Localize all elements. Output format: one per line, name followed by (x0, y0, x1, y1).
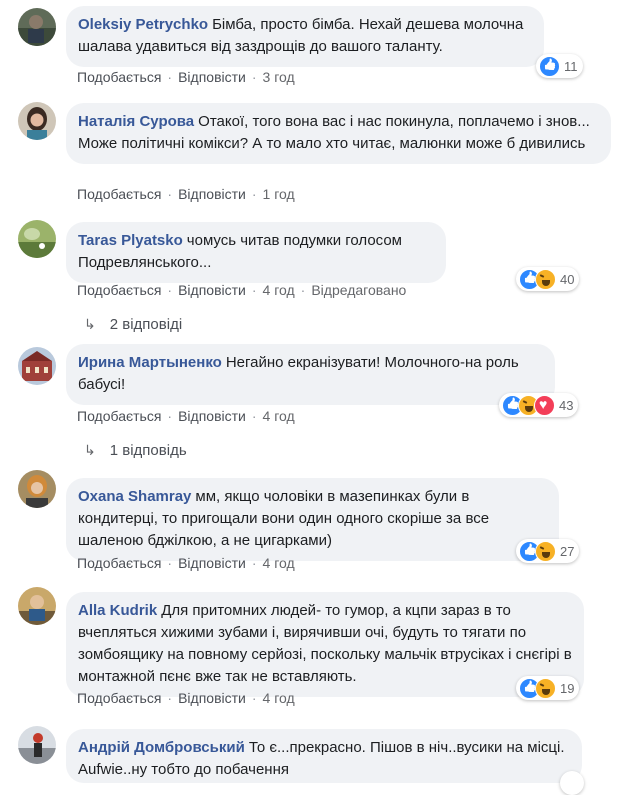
reaction-summary[interactable]: 43 (499, 393, 579, 417)
haha-reaction-icon (535, 677, 556, 699)
like-link[interactable]: Подобається (77, 690, 161, 706)
separator-dot: · (251, 69, 257, 85)
reply-link[interactable]: Відповісти (178, 186, 246, 202)
reaction-summary[interactable]: 40 (516, 267, 580, 291)
reaction-count: 19 (560, 680, 575, 696)
avatar[interactable] (18, 587, 56, 625)
reaction-summary[interactable]: 11 (536, 54, 583, 78)
avatar[interactable] (18, 726, 56, 764)
comment-bubble: Андрій Домбровський То є...прекрасно. Піш… (66, 729, 582, 783)
comment-actions: Подобається · Відповісти · 4 год · Відредагова… (77, 282, 406, 298)
reply-link[interactable]: Відповісти (178, 555, 246, 571)
comment-time[interactable]: 4 год (263, 282, 295, 298)
comment-author[interactable]: Наталія Сурова (78, 113, 194, 130)
comment-bubble: Oxana Shamray мм, якщо чоловіки в мазепин… (66, 478, 559, 561)
avatar[interactable] (18, 102, 56, 140)
reply-arrow-icon: ↳ (84, 316, 96, 332)
separator-dot: · (167, 408, 173, 424)
separator-dot: · (167, 555, 173, 571)
comment-bubble: Alla Kudrik Для притомних людей- то гумор… (66, 592, 584, 697)
separator-dot: · (167, 186, 173, 202)
comment-time[interactable]: 4 год (263, 690, 295, 706)
separator-dot: · (251, 555, 257, 571)
haha-reaction-icon (535, 540, 556, 562)
comment-author[interactable]: Taras Plyatsko (78, 232, 183, 249)
comment-actions: Подобається · Відповісти · 4 год (77, 690, 295, 706)
view-replies-link[interactable]: ↳ 2 відповіді (84, 316, 182, 333)
replies-count[interactable]: 1 відповідь (110, 442, 187, 459)
reply-link[interactable]: Відповісти (178, 282, 246, 298)
replies-count[interactable]: 2 відповіді (110, 316, 182, 333)
reaction-summary[interactable]: 19 (516, 676, 580, 700)
love-reaction-icon (534, 394, 555, 416)
comment-author[interactable]: Oxana Shamray (78, 488, 191, 505)
comment-time[interactable]: 4 год (263, 555, 295, 571)
like-reaction-icon (539, 55, 560, 77)
avatar[interactable] (18, 8, 56, 46)
comment-author[interactable]: Ирина Мартыненко (78, 354, 222, 371)
separator-dot: · (251, 186, 257, 202)
separator-dot: · (251, 282, 257, 298)
separator-dot: · (251, 690, 257, 706)
reply-link[interactable]: Відповісти (178, 408, 246, 424)
comment-author[interactable]: Андрій Домбровський (78, 739, 245, 756)
reply-link[interactable]: Відповісти (178, 69, 246, 85)
comment-actions: Подобається · Відповісти · 4 год (77, 555, 295, 571)
reaction-count: 27 (560, 543, 575, 559)
reaction-count: 40 (560, 271, 575, 287)
separator-dot: · (167, 282, 173, 298)
avatar[interactable] (18, 347, 56, 385)
like-link[interactable]: Подобається (77, 555, 161, 571)
comment-bubble: Наталія Сурова Отакої, того вона вас і на… (66, 103, 611, 164)
comment-actions: Подобається · Відповісти · 1 год (77, 186, 295, 202)
reply-arrow-icon: ↳ (84, 442, 96, 458)
edited-label[interactable]: Відредаговано (311, 282, 406, 298)
comment-actions: Подобається · Відповісти · 4 год (77, 408, 295, 424)
separator-dot: · (167, 690, 173, 706)
separator-dot: · (251, 408, 257, 424)
comment-actions: Подобається · Відповісти · 3 год (77, 69, 295, 85)
view-replies-link[interactable]: ↳ 1 відповідь (84, 442, 187, 459)
avatar[interactable] (18, 220, 56, 258)
comment-author[interactable]: Alla Kudrik (78, 602, 157, 619)
like-link[interactable]: Подобається (77, 186, 161, 202)
like-link[interactable]: Подобається (77, 282, 161, 298)
haha-reaction-icon (535, 268, 556, 290)
separator-dot: · (167, 69, 173, 85)
like-link[interactable]: Подобається (77, 408, 161, 424)
reaction-summary[interactable] (560, 771, 584, 795)
reaction-count: 43 (559, 397, 574, 413)
separator-dot: · (300, 282, 306, 298)
reaction-summary[interactable]: 27 (516, 539, 580, 563)
avatar[interactable] (18, 470, 56, 508)
reply-link[interactable]: Відповісти (178, 690, 246, 706)
comment-author[interactable]: Oleksiy Petrychko (78, 16, 208, 33)
like-link[interactable]: Подобається (77, 69, 161, 85)
comment-bubble: Ирина Мартыненко Негайно екранізувати! Мо… (66, 344, 555, 405)
comment-time[interactable]: 1 год (263, 186, 295, 202)
comment-time[interactable]: 4 год (263, 408, 295, 424)
comment-bubble: Oleksiy Petrychko Бімба, просто бімба. Не… (66, 6, 544, 67)
comment-time[interactable]: 3 год (263, 69, 295, 85)
reaction-count: 11 (564, 58, 578, 74)
comment-bubble: Taras Plyatsko чомусь читав подумки голос… (66, 222, 446, 283)
